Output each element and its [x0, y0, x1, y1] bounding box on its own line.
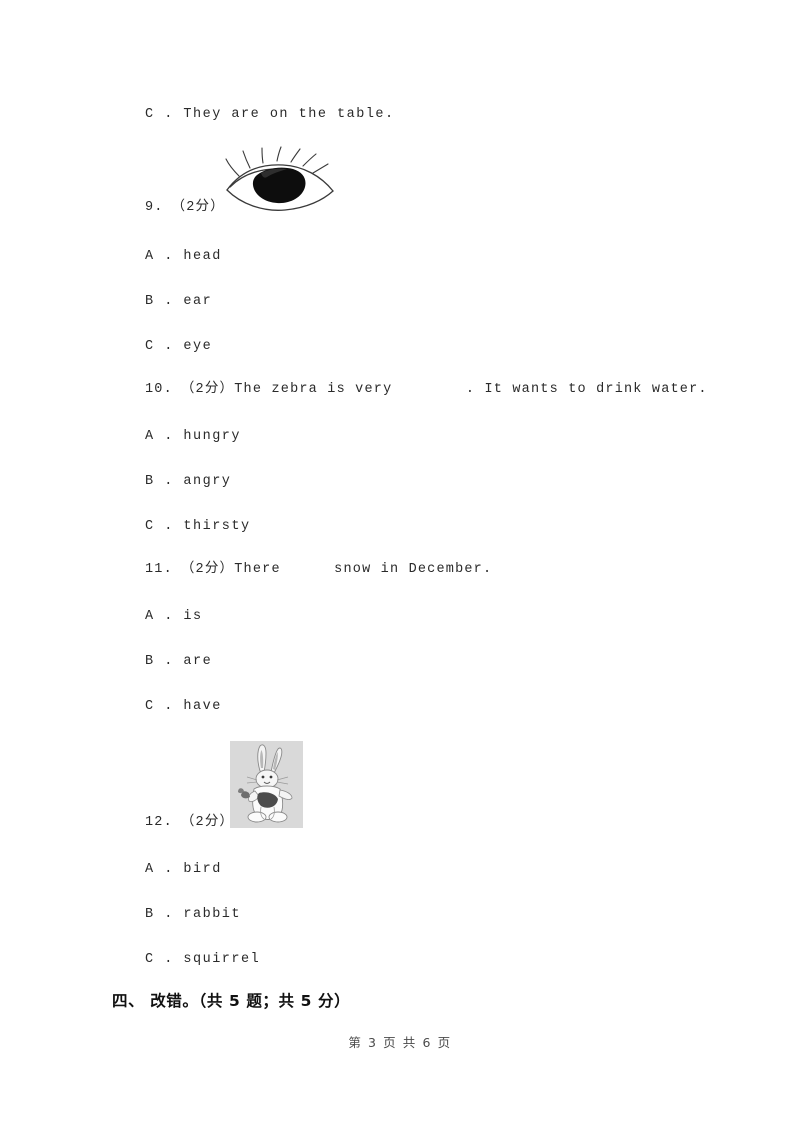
- question-10-option-a[interactable]: A . hungry: [145, 429, 241, 445]
- section-heading-part-four: 四、 改错。（共 5 题；共 5 分）: [112, 992, 351, 1010]
- question-9-option-b[interactable]: B . ear: [145, 294, 212, 310]
- option-line-carryover: C . They are on the table.: [145, 107, 395, 122]
- question-11-option-b[interactable]: B . are: [145, 654, 212, 670]
- exam-page: C . They are on the table. 9. （2分） A . h…: [0, 0, 800, 1132]
- question-11-option-c[interactable]: C . have: [145, 699, 222, 715]
- question-12-option-a[interactable]: A . bird: [145, 862, 222, 878]
- page-footer: 第 3 页 共 6 页: [348, 1035, 452, 1050]
- question-10-option-b[interactable]: B . angry: [145, 474, 231, 490]
- question-9-option-c[interactable]: C . eye: [145, 339, 212, 355]
- question-9-prompt: 9. （2分）: [145, 200, 225, 215]
- question-9-option-a[interactable]: A . head: [145, 249, 222, 265]
- question-12-option-c[interactable]: C . squirrel: [145, 952, 260, 968]
- question-10-option-c[interactable]: C . thirsty: [145, 519, 251, 535]
- question-10-prompt: 10. （2分）The zebra is very . It wants to …: [145, 382, 708, 397]
- eye-illustration: [221, 146, 337, 216]
- question-12-option-b[interactable]: B . rabbit: [145, 907, 241, 923]
- rabbit-illustration: [230, 741, 303, 828]
- question-11-prompt: 11. （2分）There snow in December.: [145, 562, 493, 577]
- question-12-prompt: 12. （2分）: [145, 815, 235, 830]
- question-11-option-a[interactable]: A . is: [145, 609, 203, 625]
